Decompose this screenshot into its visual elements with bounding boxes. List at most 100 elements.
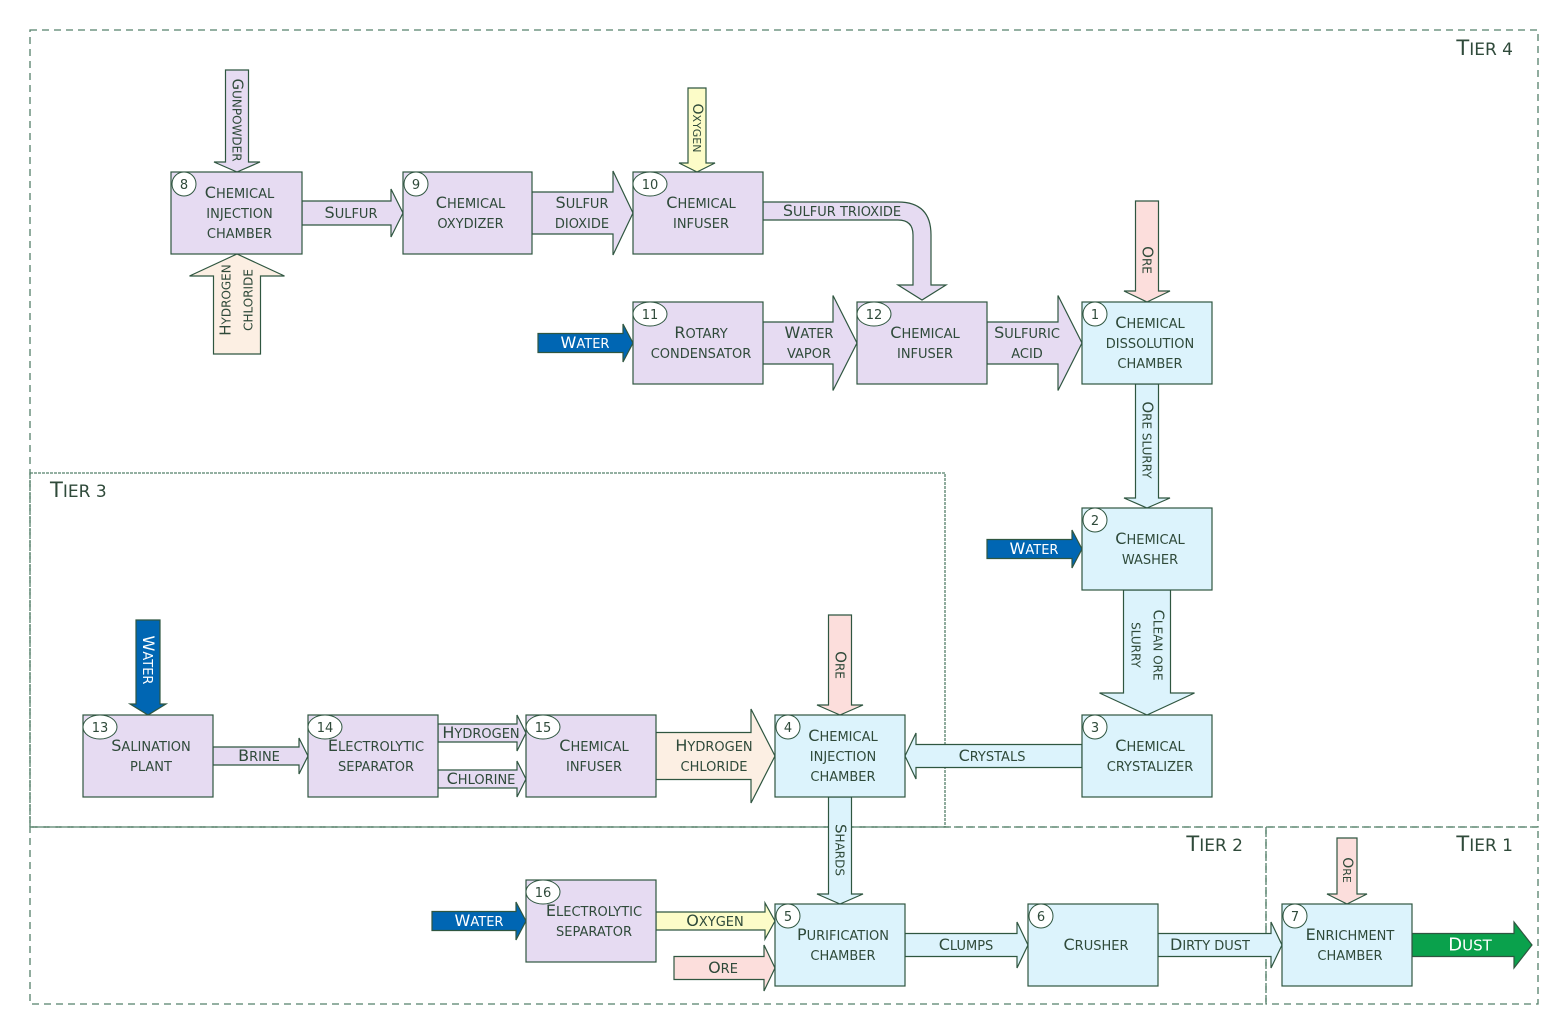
machine-3[interactable]: 3CHEMICALCRYSTALIZER [1081, 714, 1213, 798]
f-vapor-label: VAPOR [787, 347, 831, 362]
machine-label: INJECTION [206, 207, 272, 222]
tier4-label: TIER 4 [1455, 36, 1513, 60]
f-hcl-in-label: CHLORIDE [242, 269, 256, 331]
f-ore-slurry-arrow: ORE SLURRY [1123, 383, 1171, 509]
machine-15[interactable]: 15CHEMICALINFUSER [525, 714, 657, 798]
machine-number: 7 [1291, 910, 1299, 925]
f-sulfur-arrow: SULFUR [301, 188, 404, 238]
machine-2[interactable]: 2CHEMICALWASHER [1081, 507, 1213, 591]
machine-label: WASHER [1122, 553, 1178, 568]
machine-5[interactable]: 5PURIFICATIONCHAMBER [774, 903, 906, 987]
f-clean-slurry-arrow: CLEAN ORE SLURRY [1099, 589, 1195, 716]
machine-label: INFUSER [566, 760, 622, 775]
f-hcl-in-arrow: HYDROGEN CHLORIDE [189, 253, 285, 355]
machine-number: 6 [1037, 910, 1045, 925]
f-dust-label: DUST [1448, 935, 1492, 956]
machine-number: 9 [412, 178, 420, 193]
machine-number: 5 [784, 910, 792, 925]
machine-number: 11 [642, 308, 659, 323]
f-dirty-dust-arrow: DIRTY DUST [1157, 921, 1283, 969]
machine-number: 14 [317, 721, 334, 736]
machine-number: 10 [642, 178, 659, 193]
f-clean-slurry-label: SLURRY [1128, 622, 1142, 668]
f-hcl-arrow: HYDROGENCHLORIDE [655, 708, 776, 804]
machine-number: 12 [866, 308, 883, 323]
machine-label: CRYSTALIZER [1107, 760, 1194, 775]
f-vapor-shape [762, 295, 858, 391]
f-so2-arrow: SULFURDIOXIDE [531, 170, 634, 256]
f-sulfuric-shape [986, 295, 1083, 391]
machine-number: 16 [535, 886, 552, 901]
machine-13[interactable]: 13SALINATIONPLANT [82, 714, 214, 798]
f-gunpowder-label: GUNPOWDER [228, 78, 246, 161]
f-chlorine-arrow: CHLORINE [437, 760, 527, 798]
f-ore-slurry-label: ORE SLURRY [1138, 401, 1156, 479]
f-crystals-arrow: CRYSTALS [904, 732, 1083, 780]
machine-label: CHAMBER [1117, 357, 1182, 372]
machine-11[interactable]: 11ROTARYCONDENSATOR [632, 301, 764, 385]
tier3-label: TIER 3 [49, 478, 107, 502]
f-ore-1-label: ORE [1138, 246, 1156, 274]
f-hcl-label: CHLORIDE [681, 760, 748, 775]
f-so3-arrow: SULFUR TRIOXIDE [762, 201, 949, 301]
tier2-label: TIER 2 [1185, 832, 1243, 856]
f-oxygen-top-label: OXYGEN [689, 104, 705, 153]
f-dust-arrow: DUST [1411, 920, 1533, 970]
machine-16[interactable]: 16ELECTROLYTICSEPARATOR [525, 879, 657, 963]
machine-number: 1 [1091, 308, 1099, 323]
f-brine-arrow: BRINE [212, 737, 309, 775]
f-hcl-in-label: HYDROGEN [217, 264, 235, 336]
f-ore-7-arrow: ORE [1326, 837, 1368, 905]
machine-number: 8 [180, 178, 188, 193]
f-water-16-arrow: WATER [431, 901, 527, 941]
machine-14[interactable]: 14ELECTROLYTICSEPARATOR [307, 714, 439, 798]
tier4-border [29, 29, 1539, 828]
process-diagram: TIER 4 TIER 3 TIER 2 TIER 1 GUNPOWDER HYDROGE… [29, 29, 1539, 1005]
f-shards-arrow: SHARDS [816, 796, 864, 905]
machine-12[interactable]: 12CHEMICALINFUSER [856, 301, 988, 385]
f-ore-4-label: ORE [831, 651, 849, 679]
f-clumps-arrow: CLUMPS [904, 921, 1029, 969]
f-ore-4-arrow: ORE [816, 614, 864, 716]
machine-label: INFUSER [897, 347, 953, 362]
machine-label: INFUSER [673, 217, 729, 232]
machine-number: 3 [1091, 721, 1099, 736]
machine-10[interactable]: 10CHEMICALINFUSER [632, 171, 764, 255]
f-sulfuric-label: ACID [1011, 347, 1043, 362]
f-oxygen-top-arrow: OXYGEN [678, 87, 716, 173]
f-shards-label: SHARDS [831, 824, 849, 876]
f-ore-7-label: ORE [1339, 857, 1355, 883]
f-water-2-arrow: WATER [986, 529, 1083, 569]
f-sulfuric-arrow: SULFURICACID [986, 295, 1083, 391]
f-ore-1-arrow: ORE [1123, 200, 1171, 303]
machine-label: SEPARATOR [338, 760, 414, 775]
f-gunpowder-arrow: GUNPOWDER [213, 69, 261, 173]
machine-number: 2 [1091, 514, 1099, 529]
machine-8[interactable]: 8 CHEMICALINJECTIONCHAMBER [170, 171, 303, 255]
f-clean-slurry-label: CLEAN ORE [1149, 609, 1167, 680]
machine-label: SEPARATOR [556, 925, 632, 940]
machine-1[interactable]: 1 CHEMICALDISSOLUTIONCHAMBER [1081, 301, 1213, 385]
f-clean-slurry-shape [1099, 589, 1195, 716]
machine-9[interactable]: 9CHEMICALOXYDIZER [402, 171, 533, 255]
machine-label: INJECTION [810, 750, 876, 765]
machine-label: CHAMBER [1317, 949, 1382, 964]
machine-number: 15 [535, 721, 552, 736]
tier1-label: TIER 1 [1455, 832, 1513, 856]
f-hydrogen-arrow: HYDROGEN [437, 714, 527, 752]
machine-6[interactable]: 6CRUSHER [1027, 903, 1159, 987]
f-water-13-arrow: WATER [127, 619, 169, 716]
f-ore-5-arrow: ORE [673, 944, 776, 992]
machine-4[interactable]: 4 CHEMICALINJECTIONCHAMBER [774, 714, 906, 798]
machine-label: DISSOLUTION [1106, 337, 1194, 352]
machine-label: CHAMBER [810, 770, 875, 785]
f-so2-label: DIOXIDE [555, 217, 609, 232]
machine-7[interactable]: 7ENRICHMENTCHAMBER [1281, 903, 1413, 987]
machine-label: CONDENSATOR [651, 347, 752, 362]
f-vapor-arrow: WATERVAPOR [762, 295, 858, 391]
f-water-11-arrow: WATER [537, 323, 634, 363]
machine-label: OXYDIZER [437, 217, 503, 232]
f-oxygen-arrow: OXYGEN [655, 900, 776, 942]
machine-label: CHAMBER [207, 227, 272, 242]
machine-number: 13 [92, 721, 109, 736]
